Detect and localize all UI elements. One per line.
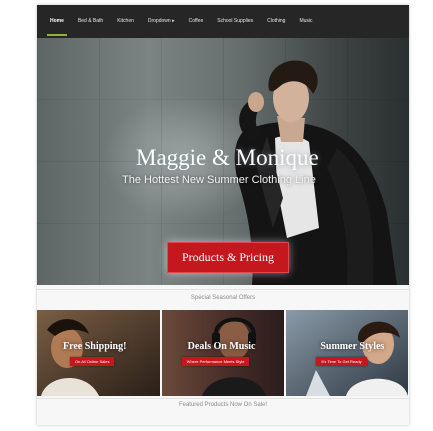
promo-image-shipping bbox=[37, 310, 160, 396]
promo-deals-music[interactable]: Deals On Music Where Performance Meets S… bbox=[161, 310, 285, 396]
page-frame: Home Bed & Bath Kitchen Dropdown ▸ Coffe… bbox=[37, 5, 409, 425]
hero-subtitle: The Hottest New Summer Clothing Line bbox=[122, 174, 316, 186]
nav-item-school-supplies[interactable]: School Supplies bbox=[210, 5, 260, 38]
promo-title: Deals On Music bbox=[187, 341, 256, 352]
main-nav: Home Bed & Bath Kitchen Dropdown ▸ Coffe… bbox=[37, 5, 409, 38]
seasonal-offers-heading: Special Seasonal Offers bbox=[190, 295, 256, 301]
promo-summer-styles[interactable]: Summer Styles It's Time To Get Ready bbox=[286, 310, 409, 396]
promo-tag: It's Time To Get Ready bbox=[316, 357, 367, 366]
nav-item-clothing[interactable]: Clothing bbox=[260, 5, 292, 38]
promo-tag: Where Performance Meets Style bbox=[181, 357, 250, 366]
divider bbox=[37, 289, 409, 290]
nav-item-coffee[interactable]: Coffee bbox=[182, 5, 211, 38]
promo-row: Free Shipping! On All Online Sales Deals… bbox=[37, 310, 409, 396]
promo-image-summer bbox=[286, 310, 409, 396]
products-pricing-button[interactable]: Products & Pricing bbox=[167, 242, 289, 273]
hero-slider: Maggie & Monique The Hottest New Summer … bbox=[37, 38, 409, 285]
promo-title: Summer Styles bbox=[320, 341, 385, 352]
featured-products-heading: Featured Products Now On Sale! bbox=[178, 402, 268, 408]
promo-tag: On All Online Sales bbox=[70, 357, 115, 366]
promo-free-shipping[interactable]: Free Shipping! On All Online Sales bbox=[37, 310, 160, 396]
nav-item-dropdown[interactable]: Dropdown ▸ bbox=[141, 5, 182, 38]
hero-title: Maggie & Monique bbox=[136, 145, 319, 170]
nav-item-music[interactable]: Music bbox=[292, 5, 319, 38]
nav-item-kitchen[interactable]: Kitchen bbox=[110, 5, 141, 38]
nav-item-bed-bath[interactable]: Bed & Bath bbox=[71, 5, 110, 38]
promo-image-music bbox=[161, 310, 285, 396]
divider bbox=[37, 398, 409, 399]
nav-item-home[interactable]: Home bbox=[43, 5, 71, 38]
promo-title: Free Shipping! bbox=[63, 341, 127, 352]
